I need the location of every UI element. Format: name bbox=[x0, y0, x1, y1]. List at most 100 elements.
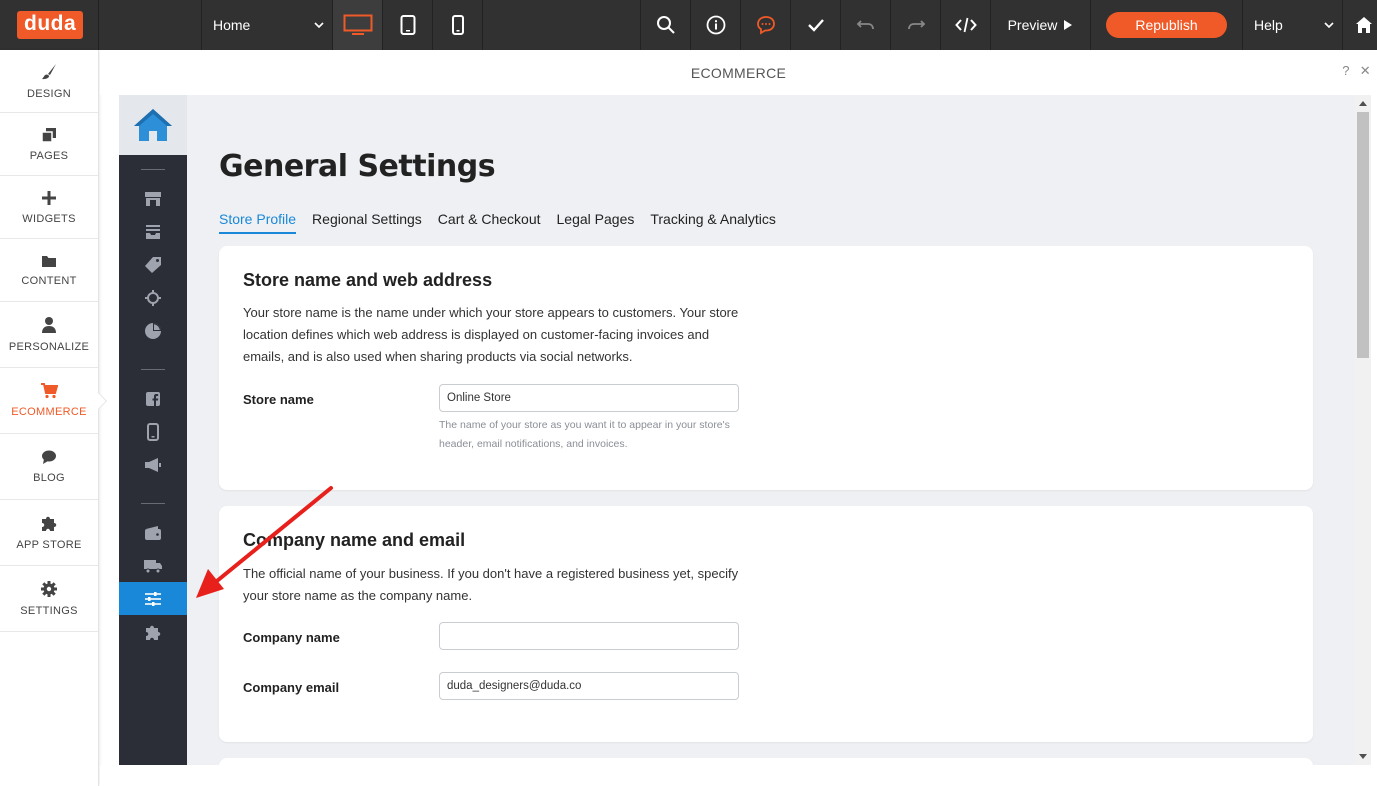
mobile-view-button[interactable] bbox=[433, 0, 483, 50]
sidebar-item-content[interactable]: CONTENT bbox=[0, 239, 98, 302]
duda-logo[interactable]: duda bbox=[17, 11, 84, 39]
done-button[interactable] bbox=[791, 0, 841, 50]
home-icon bbox=[1356, 17, 1372, 33]
redo-button[interactable] bbox=[891, 0, 941, 50]
undo-button[interactable] bbox=[841, 0, 891, 50]
ecommerce-nav bbox=[119, 95, 187, 765]
chevron-down-icon bbox=[1324, 22, 1334, 29]
eco-nav-mobile[interactable] bbox=[119, 415, 187, 448]
panel-help-button[interactable]: ? bbox=[1342, 63, 1350, 79]
checkmark-icon bbox=[807, 19, 824, 32]
eco-nav-payments[interactable] bbox=[119, 516, 187, 549]
toolbar-gap bbox=[483, 0, 641, 50]
sidebar-item-personalize[interactable]: PERSONALIZE bbox=[0, 302, 98, 368]
tablet-icon bbox=[400, 15, 415, 35]
nav-divider bbox=[141, 369, 165, 370]
mobile-icon bbox=[147, 422, 159, 441]
annotation-arrow bbox=[196, 486, 333, 598]
cart-icon bbox=[41, 383, 58, 399]
page-selector[interactable]: Home bbox=[202, 0, 333, 50]
republish-button[interactable]: Republish bbox=[1106, 12, 1227, 38]
store-name-label: Store name bbox=[243, 392, 314, 407]
panel-title: ECOMMERCE bbox=[690, 64, 787, 81]
sidebar-item-label: ECOMMERCE bbox=[11, 406, 87, 418]
sidebar-item-blog[interactable]: BLOG bbox=[0, 434, 98, 500]
eco-nav-reports[interactable] bbox=[119, 314, 187, 347]
comments-button[interactable] bbox=[741, 0, 791, 50]
panel-header: ECOMMERCE ? ✕ bbox=[100, 50, 1377, 95]
eco-nav-targeting[interactable] bbox=[119, 281, 187, 314]
sidebar-item-widgets[interactable]: WIDGETS bbox=[0, 176, 98, 239]
sidebar-item-label: WIDGETS bbox=[22, 212, 76, 225]
ecommerce-home-button[interactable] bbox=[119, 95, 187, 155]
megaphone-icon bbox=[145, 457, 161, 472]
eco-nav-marketing[interactable] bbox=[119, 448, 187, 481]
preview-button[interactable]: Preview bbox=[991, 0, 1091, 50]
help-label: Help bbox=[1254, 17, 1283, 33]
tab-cart-checkout[interactable]: Cart & Checkout bbox=[438, 211, 541, 234]
tablet-view-button[interactable] bbox=[383, 0, 433, 50]
tab-regional-settings[interactable]: Regional Settings bbox=[312, 211, 422, 234]
content-scrollbar[interactable] bbox=[1355, 95, 1371, 765]
logo-area: duda bbox=[0, 0, 99, 50]
search-button[interactable] bbox=[641, 0, 691, 50]
eco-nav-orders[interactable] bbox=[119, 215, 187, 248]
tab-store-profile[interactable]: Store Profile bbox=[219, 211, 297, 234]
person-icon bbox=[42, 317, 56, 333]
sliders-icon bbox=[145, 591, 161, 606]
next-settings-card bbox=[219, 758, 1313, 765]
comments-icon bbox=[756, 16, 775, 35]
sidebar-item-ecommerce[interactable]: ECOMMERCE bbox=[0, 368, 106, 434]
tab-tracking-analytics[interactable]: Tracking & Analytics bbox=[650, 211, 776, 234]
sidebar-item-pages[interactable]: PAGES bbox=[0, 113, 98, 176]
facebook-icon bbox=[146, 391, 160, 406]
crosshair-icon bbox=[145, 289, 161, 306]
store-name-card: Store name and web address Your store na… bbox=[219, 246, 1313, 490]
eco-nav-extensions[interactable] bbox=[119, 615, 187, 648]
scroll-down-arrow[interactable] bbox=[1359, 754, 1367, 759]
sidebar-item-label: PERSONALIZE bbox=[8, 341, 90, 353]
sidebar-item-design[interactable]: DESIGN bbox=[0, 50, 98, 113]
puzzle-icon bbox=[42, 516, 57, 531]
eco-nav-shipping[interactable] bbox=[119, 549, 187, 582]
dashboard-home-button[interactable] bbox=[1343, 0, 1377, 50]
help-menu[interactable]: Help bbox=[1243, 0, 1343, 50]
desktop-view-button[interactable] bbox=[333, 0, 383, 50]
sidebar-item-label: BLOG bbox=[33, 472, 65, 484]
active-pointer bbox=[98, 392, 106, 409]
panel-close-button[interactable]: ✕ bbox=[1360, 63, 1371, 79]
developer-mode-button[interactable] bbox=[941, 0, 991, 50]
page-selector-value: Home bbox=[213, 17, 251, 33]
bottom-strip bbox=[100, 765, 1377, 786]
store-name-input[interactable]: Online Store bbox=[439, 384, 739, 412]
pie-chart-icon bbox=[145, 322, 161, 339]
scroll-thumb[interactable] bbox=[1357, 112, 1369, 358]
store-icon bbox=[145, 191, 161, 206]
card-heading: Store name and web address bbox=[243, 270, 493, 290]
eco-nav-products[interactable] bbox=[119, 248, 187, 281]
scroll-up-arrow[interactable] bbox=[1359, 101, 1367, 106]
top-toolbar: duda Home Preview Republish Help bbox=[0, 0, 1377, 50]
chevron-down-icon bbox=[314, 22, 324, 29]
code-icon bbox=[954, 17, 977, 33]
editor-sidebar: DESIGN PAGES WIDGETS CONTENT PERSONALIZE… bbox=[0, 50, 106, 786]
company-name-input[interactable] bbox=[439, 622, 739, 650]
sidebar-item-label: DESIGN bbox=[27, 87, 71, 100]
eco-nav-facebook[interactable] bbox=[119, 382, 187, 415]
eco-nav-store[interactable] bbox=[119, 182, 187, 215]
settings-tabs: Store Profile Regional Settings Cart & C… bbox=[219, 211, 776, 234]
sidebar-item-settings[interactable]: SETTINGS bbox=[0, 566, 98, 632]
tab-legal-pages[interactable]: Legal Pages bbox=[557, 211, 635, 234]
page-title: General Settings bbox=[219, 149, 496, 184]
undo-icon bbox=[856, 20, 874, 30]
info-icon bbox=[706, 15, 725, 35]
info-button[interactable] bbox=[691, 0, 741, 50]
plus-icon bbox=[42, 190, 56, 205]
company-name-label: Company name bbox=[243, 630, 340, 645]
gear-icon bbox=[41, 581, 57, 597]
desktop-icon bbox=[343, 14, 372, 35]
company-email-input[interactable]: duda_designers@duda.co bbox=[439, 672, 739, 700]
eco-nav-settings[interactable] bbox=[119, 582, 187, 615]
sidebar-item-app-store[interactable]: APP STORE bbox=[0, 500, 98, 566]
mobile-icon bbox=[451, 15, 464, 35]
